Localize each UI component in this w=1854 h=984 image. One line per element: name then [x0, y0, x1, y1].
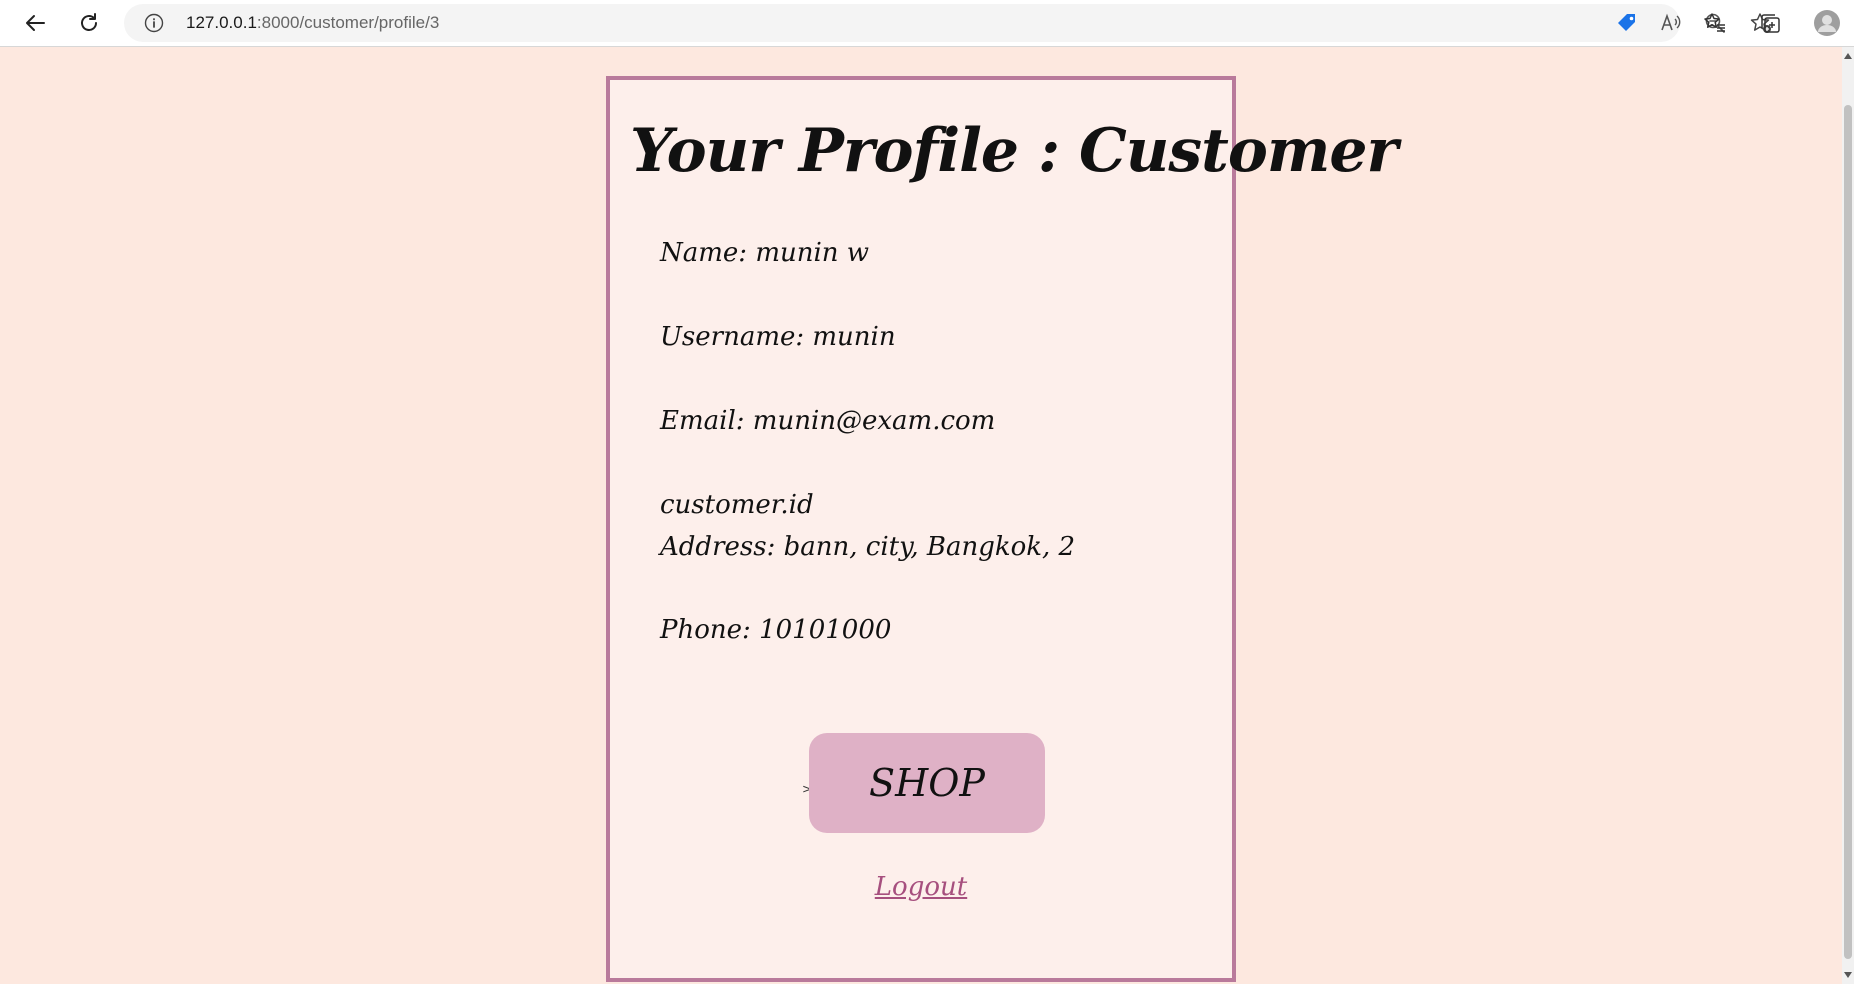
- address-row: Address: bann, city, Bangkok, 2: [660, 532, 1075, 562]
- scroll-down-arrow-icon[interactable]: [1844, 972, 1852, 978]
- address-value: bann, city, Bangkok, 2: [783, 532, 1076, 562]
- username-value: munin: [812, 322, 896, 352]
- email-row: Email: munin@exam.com: [660, 406, 995, 436]
- read-aloud-icon[interactable]: [1654, 6, 1688, 40]
- profile-card: Your Profile : Customer Name: munin w Use…: [606, 76, 1398, 982]
- address-label: Address:: [660, 532, 776, 562]
- email-value: munin@exam.com: [752, 406, 996, 436]
- shop-button[interactable]: SHOP: [809, 733, 1045, 833]
- shop-button-label: SHOP: [869, 761, 985, 805]
- shopping-tag-icon[interactable]: [1610, 6, 1644, 40]
- url-text[interactable]: 127.0.0.1:8000/customer/profile/3: [186, 13, 439, 33]
- reload-icon[interactable]: [72, 6, 106, 40]
- scroll-thumb[interactable]: [1844, 105, 1852, 959]
- phone-row: Phone: 10101000: [660, 615, 891, 645]
- name-label: Name:: [660, 238, 748, 268]
- email-label: Email:: [660, 406, 745, 436]
- profile-avatar-icon[interactable]: [1810, 6, 1844, 40]
- url-path: :8000/customer/profile/3: [256, 13, 440, 32]
- page-scrollbar[interactable]: [1842, 47, 1854, 984]
- name-value: munin w: [755, 238, 870, 268]
- page-title: Your Profile : Customer: [630, 116, 1398, 186]
- username-label: Username:: [660, 322, 805, 352]
- favorites-icon[interactable]: [1698, 6, 1732, 40]
- phone-label: Phone:: [660, 615, 751, 645]
- url-host: 127.0.0.1: [186, 13, 257, 32]
- customer-id-text: customer.id: [660, 490, 814, 520]
- phone-value: 10101000: [759, 615, 892, 645]
- logout-link[interactable]: Logout: [610, 872, 1232, 902]
- scroll-up-arrow-icon[interactable]: [1844, 53, 1852, 59]
- address-bar[interactable]: 127.0.0.1:8000/customer/profile/3: [124, 4, 1771, 42]
- info-icon[interactable]: [144, 13, 164, 33]
- collections-icon[interactable]: [1753, 6, 1787, 40]
- name-row: Name: munin w: [660, 238, 869, 268]
- browser-toolbar: 127.0.0.1:8000/customer/profile/3: [0, 0, 1854, 47]
- back-arrow-icon[interactable]: [18, 6, 52, 40]
- username-row: Username: munin: [660, 322, 896, 352]
